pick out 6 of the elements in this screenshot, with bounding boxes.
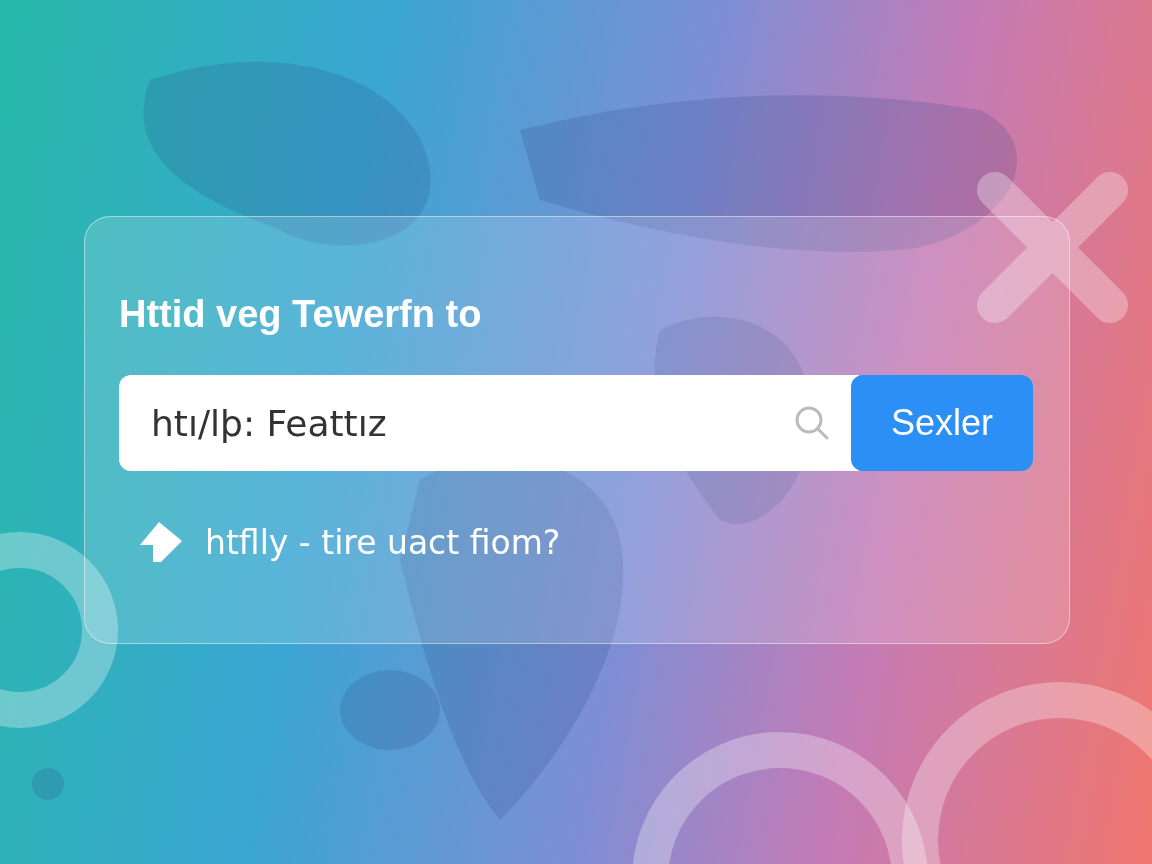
search-field[interactable]: htı/lþ: Feattız (149, 401, 793, 445)
search-bar[interactable]: htı/lþ: Feattız (119, 375, 859, 471)
arrow-icon (139, 521, 183, 563)
hint-text: htflly - tire uact fiom? (205, 522, 561, 562)
search-icon (793, 404, 831, 442)
card-title: Httid veg Tewerfn to (119, 292, 483, 337)
